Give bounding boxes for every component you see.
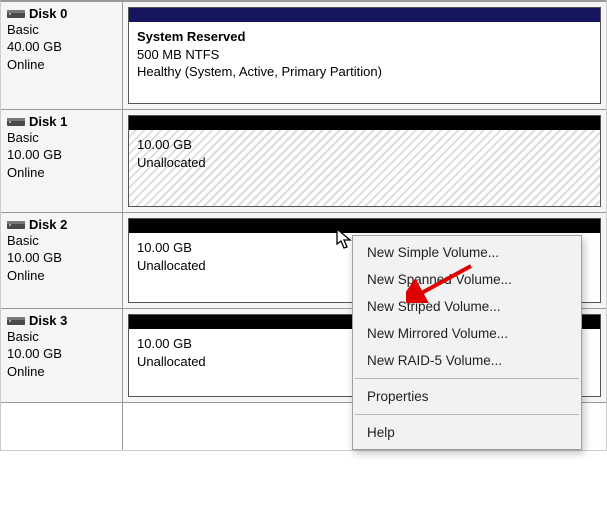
disk-icon xyxy=(7,218,25,232)
volume-system-reserved[interactable]: System Reserved 500 MB NTFS Healthy (Sys… xyxy=(128,7,601,104)
disk-type: Basic xyxy=(7,329,116,345)
disk-icon xyxy=(7,314,25,328)
menu-new-striped-volume[interactable]: New Striped Volume... xyxy=(353,293,581,320)
disk-row-0: Disk 0 Basic 40.00 GB Online System Rese… xyxy=(1,2,606,110)
menu-new-simple-volume[interactable]: New Simple Volume... xyxy=(353,239,581,266)
disk-name: Disk 1 xyxy=(29,114,67,129)
disk-row-1: Disk 1 Basic 10.00 GB Online 10.00 GB Un… xyxy=(1,110,606,213)
disk-size: 40.00 GB xyxy=(7,39,116,55)
menu-separator xyxy=(355,378,579,379)
volume-unallocated-1[interactable]: 10.00 GB Unallocated xyxy=(128,115,601,207)
disk-icon xyxy=(7,115,25,129)
disk-name: Disk 0 xyxy=(29,6,67,21)
menu-new-spanned-volume[interactable]: New Spanned Volume... xyxy=(353,266,581,293)
disk-name: Disk 2 xyxy=(29,217,67,232)
disk-type: Basic xyxy=(7,130,116,146)
disk-type: Basic xyxy=(7,233,116,249)
disk-status: Online xyxy=(7,268,116,284)
menu-separator xyxy=(355,414,579,415)
disk-info-0[interactable]: Disk 0 Basic 40.00 GB Online xyxy=(1,2,123,109)
disk-name: Disk 3 xyxy=(29,313,67,328)
context-menu: New Simple Volume... New Spanned Volume.… xyxy=(352,235,582,450)
disk-size: 10.00 GB xyxy=(7,346,116,362)
disk-partitions-1: 10.00 GB Unallocated xyxy=(123,110,606,212)
disk-info-2[interactable]: Disk 2 Basic 10.00 GB Online xyxy=(1,213,123,308)
volume-health: Healthy (System, Active, Primary Partiti… xyxy=(137,63,592,81)
menu-properties[interactable]: Properties xyxy=(353,383,581,410)
menu-help[interactable]: Help xyxy=(353,419,581,446)
disk-status: Online xyxy=(7,57,116,73)
disk-partitions-0: System Reserved 500 MB NTFS Healthy (Sys… xyxy=(123,2,606,109)
volume-color-bar xyxy=(129,219,600,233)
disk-size: 10.00 GB xyxy=(7,250,116,266)
volume-state: Unallocated xyxy=(137,154,592,172)
volume-title: System Reserved xyxy=(137,28,592,46)
disk-info-3[interactable]: Disk 3 Basic 10.00 GB Online xyxy=(1,309,123,402)
volume-color-bar xyxy=(129,8,600,22)
disk-icon xyxy=(7,7,25,21)
disk-size: 10.00 GB xyxy=(7,147,116,163)
disk-info-1[interactable]: Disk 1 Basic 10.00 GB Online xyxy=(1,110,123,212)
disk-status: Online xyxy=(7,165,116,181)
disk-type: Basic xyxy=(7,22,116,38)
volume-size: 10.00 GB xyxy=(137,136,592,154)
menu-new-raid5-volume[interactable]: New RAID-5 Volume... xyxy=(353,347,581,374)
volume-color-bar xyxy=(129,116,600,130)
menu-new-mirrored-volume[interactable]: New Mirrored Volume... xyxy=(353,320,581,347)
disk-status: Online xyxy=(7,364,116,380)
volume-fs: 500 MB NTFS xyxy=(137,46,592,64)
